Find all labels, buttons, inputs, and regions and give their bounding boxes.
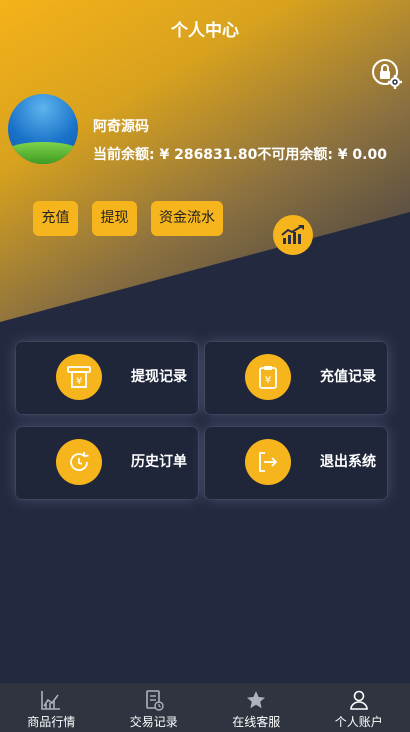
balance-info: 当前余额: ¥ 286831.80不可用余额: ¥ 0.00 [93, 147, 387, 163]
logout-card[interactable]: 退出系统 [205, 427, 387, 499]
star-icon [247, 691, 266, 709]
user-icon [349, 690, 368, 710]
withdraw-records-label: 提现记录 [131, 369, 187, 385]
tab-market[interactable]: 商品行情 [0, 683, 103, 732]
recharge-button[interactable]: 充值 [33, 201, 78, 236]
tab-customer-service[interactable]: 在线客服 [205, 683, 308, 732]
svg-text:¥: ¥ [76, 376, 82, 387]
fund-flow-button[interactable]: 资金流水 [151, 201, 223, 236]
personal-center-screen: 个人中心 阿奇源码 当前余额: ¥ 286831.80不可用余额: ¥ 0.00… [0, 0, 410, 732]
clock-history-icon [56, 439, 102, 485]
withdraw-records-card[interactable]: ¥ 提现记录 [16, 342, 198, 414]
tab-account[interactable]: 个人账户 [308, 683, 410, 732]
bar-trend-icon [281, 225, 304, 244]
recharge-records-card[interactable]: ¥ 充值记录 [205, 342, 387, 414]
exit-icon [245, 439, 291, 485]
tab-market-label: 商品行情 [27, 715, 76, 729]
svg-text:¥: ¥ [265, 375, 271, 386]
lock-gear-icon[interactable] [371, 58, 403, 90]
withdraw-button[interactable]: 提现 [92, 201, 137, 236]
page-title: 个人中心 [171, 21, 239, 41]
order-history-label: 历史订单 [131, 454, 187, 470]
tab-account-label: 个人账户 [334, 715, 383, 729]
clipboard-yen-icon: ¥ [245, 354, 291, 400]
order-history-card[interactable]: 历史订单 [16, 427, 198, 499]
chart-icon [41, 691, 61, 710]
document-icon [145, 690, 164, 711]
atm-yen-icon: ¥ [56, 354, 102, 400]
avatar [8, 94, 78, 164]
recharge-records-label: 充值记录 [320, 369, 376, 385]
header-background [0, 0, 410, 322]
user-name: 阿奇源码 [93, 119, 149, 135]
trend-button[interactable] [273, 215, 313, 255]
logout-label: 退出系统 [320, 454, 376, 470]
bottom-tab-bar: 商品行情 交易记录 在线客服 个人账户 [0, 683, 410, 732]
avatar-grass [8, 142, 78, 164]
tab-customer-service-label: 在线客服 [232, 715, 281, 729]
tab-trade-records-label: 交易记录 [129, 715, 178, 729]
tab-trade-records[interactable]: 交易记录 [103, 683, 206, 732]
